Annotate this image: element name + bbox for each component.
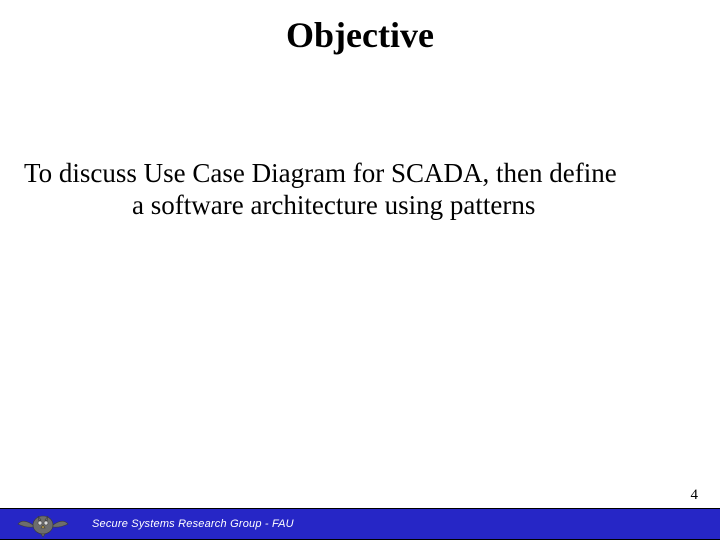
slide-title: Objective bbox=[0, 14, 720, 56]
footer-bar: Secure Systems Research Group - FAU bbox=[0, 508, 720, 540]
slide: Objective To discuss Use Case Diagram fo… bbox=[0, 0, 720, 540]
owl-icon bbox=[14, 510, 72, 538]
page-number: 4 bbox=[691, 487, 699, 504]
body-line-1: To discuss Use Case Diagram for SCADA, t… bbox=[24, 158, 696, 190]
body-line-2: a software architecture using patterns bbox=[24, 190, 696, 222]
owl-logo-icon bbox=[8, 508, 78, 540]
footer-text: Secure Systems Research Group - FAU bbox=[92, 518, 294, 530]
slide-body: To discuss Use Case Diagram for SCADA, t… bbox=[24, 158, 696, 222]
